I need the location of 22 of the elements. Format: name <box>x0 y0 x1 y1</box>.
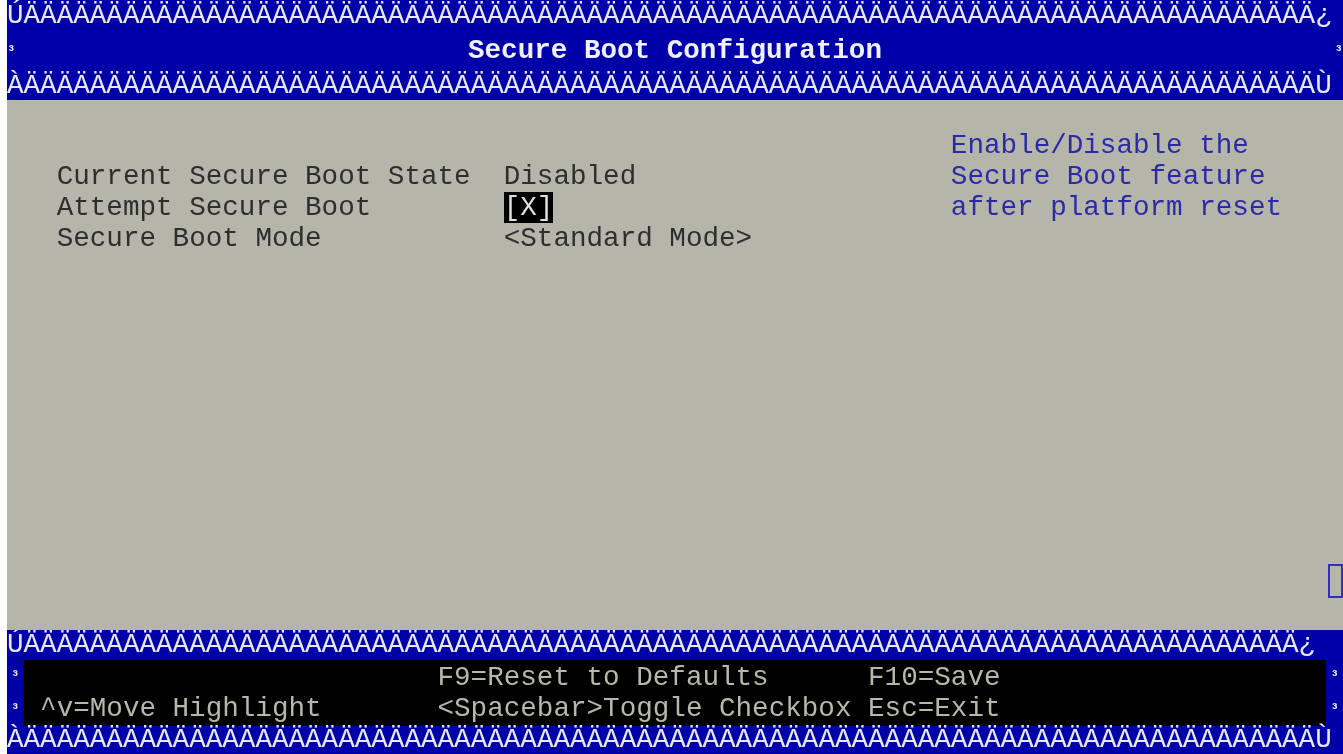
help-text: Enable/Disable the Secure Boot feature after platform reset <box>950 130 1282 223</box>
border-glyph: ³ <box>1334 42 1343 61</box>
border-glyph: ³ <box>11 700 20 719</box>
border-glyph: ³ <box>1330 667 1339 686</box>
key-hint: ^v=Move Highlight <box>40 692 322 724</box>
key-hint: F9=Reset to Defaults <box>437 661 770 693</box>
border-glyph: ³ <box>1330 700 1339 719</box>
setting-label: Current Secure Boot State <box>56 161 472 192</box>
key-hint: <Spacebar>Toggle Checkbox <box>437 692 852 724</box>
border-glyph: ³ <box>11 667 20 686</box>
border-glyph: ³ <box>7 42 16 61</box>
scroll-indicator <box>1328 564 1343 598</box>
setting-value[interactable]: <Standard Mode> <box>503 223 753 254</box>
key-hint: F10=Save <box>868 661 1001 693</box>
setting-value[interactable]: [X] <box>503 192 554 223</box>
border-line: ÚÄÄÄÄÄÄÄÄÄÄÄÄÄÄÄÄÄÄÄÄÄÄÄÄÄÄÄÄÄÄÄÄÄÄÄÄÄÄÄÄÄÄÄÄÄÄÄÄÄÄÄÄÄÄÄÄÄÄÄÄÄÄÄÄÄÄÄÄÄÄÄÄÄÄÄÄÄÄ¿ <box>7 2 1332 30</box>
setting-label: Secure Boot Mode <box>56 223 323 254</box>
key-hint: Esc=Exit <box>868 692 1001 724</box>
setting-label: Attempt Secure Boot <box>56 192 373 223</box>
setting-value[interactable]: Disabled <box>503 161 637 192</box>
screen-title: Secure Boot Configuration <box>467 37 883 65</box>
border-line: ÚÄÄÄÄÄÄÄÄÄÄÄÄÄÄÄÄÄÄÄÄÄÄÄÄÄÄÄÄÄÄÄÄÄÄÄÄÄÄÄÄÄÄÄÄÄÄÄÄÄÄÄÄÄÄÄÄÄÄÄÄÄÄÄÄÄÄÄÄÄÄÄÄÄÄÄÄÄ¿ <box>7 631 1316 659</box>
